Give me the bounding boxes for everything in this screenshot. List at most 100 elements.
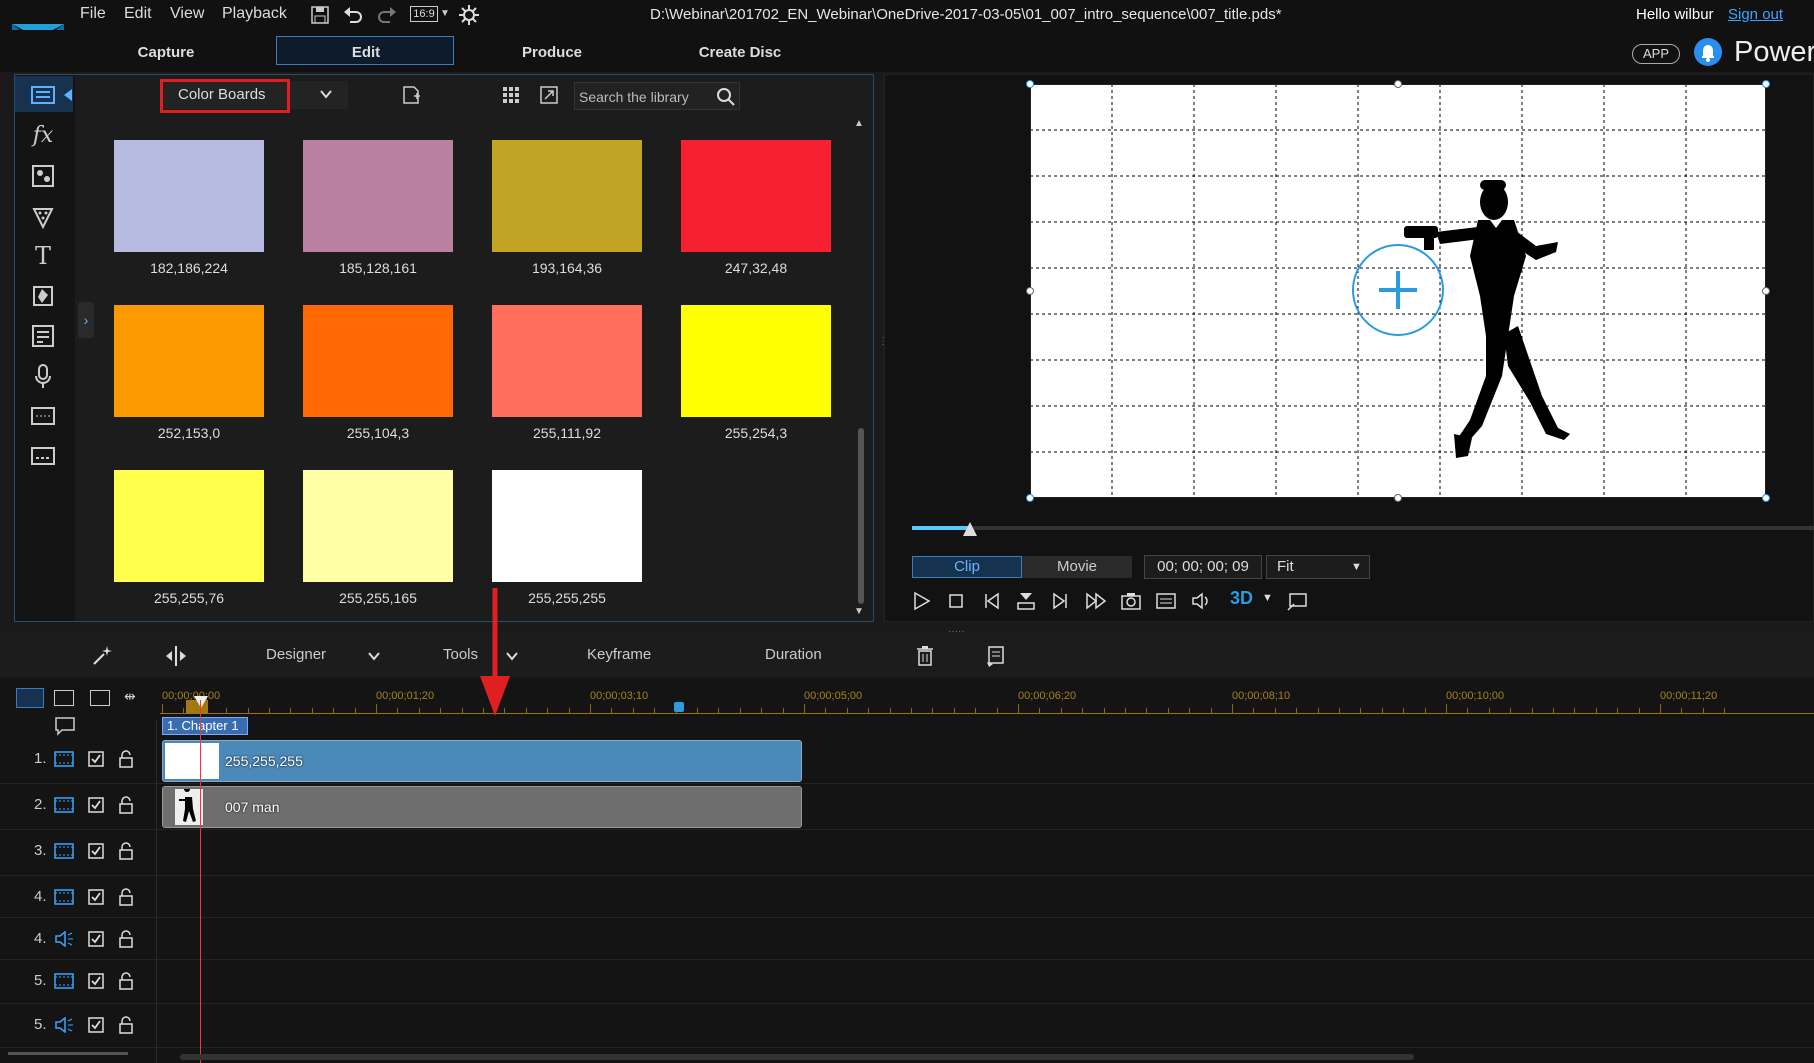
- playhead-handle-icon[interactable]: [194, 696, 208, 708]
- timeline-marker[interactable]: [674, 702, 684, 712]
- undock-preview-icon[interactable]: [1286, 590, 1308, 612]
- fit-timeline-icon[interactable]: [164, 644, 188, 668]
- timeline-view-icon[interactable]: [16, 688, 44, 708]
- movie-mode-button[interactable]: Movie: [1022, 556, 1132, 578]
- clip-properties-icon[interactable]: [984, 644, 1006, 668]
- resize-handle[interactable]: [1394, 494, 1402, 502]
- resize-handle[interactable]: [1762, 494, 1770, 502]
- clip-mode-button[interactable]: Clip: [912, 556, 1022, 578]
- color-board-swatch[interactable]: [492, 305, 642, 417]
- track-lock-icon[interactable]: [118, 1016, 134, 1034]
- color-board-swatch[interactable]: [492, 470, 642, 582]
- track-enable-checkbox[interactable]: [88, 843, 104, 859]
- track-lock-icon[interactable]: [118, 750, 134, 768]
- panel-splitter-handle[interactable]: ⋮: [878, 337, 888, 347]
- library-search-input[interactable]: Search the library: [574, 82, 740, 110]
- resize-handle[interactable]: [1026, 287, 1034, 295]
- search-icon[interactable]: [715, 86, 737, 108]
- particle-room-icon[interactable]: [28, 201, 58, 231]
- pip-objects-icon[interactable]: [28, 161, 58, 191]
- magic-wand-icon[interactable]: [90, 644, 114, 668]
- timeline-horizontal-scrollbar[interactable]: [180, 1054, 1414, 1060]
- chevron-down-icon[interactable]: [318, 86, 334, 102]
- chevron-down-icon[interactable]: [366, 648, 382, 664]
- resize-handle[interactable]: [1762, 80, 1770, 88]
- chapter-room-icon[interactable]: [28, 401, 58, 431]
- track-enable-checkbox[interactable]: [88, 1017, 104, 1033]
- import-media-icon[interactable]: [400, 84, 422, 106]
- track-lock-icon[interactable]: [118, 796, 134, 814]
- tab-capture[interactable]: Capture: [116, 44, 216, 61]
- zoom-select[interactable]: Fit ▼: [1266, 555, 1370, 579]
- color-board-swatch[interactable]: [303, 470, 453, 582]
- color-board-swatch[interactable]: [492, 140, 642, 252]
- grid-view-icon[interactable]: [500, 84, 522, 106]
- resize-handle[interactable]: [1394, 80, 1402, 88]
- menu-view[interactable]: View: [170, 5, 204, 23]
- color-board-swatch[interactable]: [303, 305, 453, 417]
- volume-icon[interactable]: [1190, 590, 1212, 612]
- track-enable-checkbox[interactable]: [88, 931, 104, 947]
- collapse-arrow-icon[interactable]: [64, 89, 72, 101]
- fx-room-icon[interactable]: fx: [28, 121, 58, 151]
- expand-panel-chevron-icon[interactable]: ›: [78, 302, 94, 338]
- track-manager-icon[interactable]: [90, 690, 110, 706]
- notification-bell-icon[interactable]: [1694, 38, 1722, 66]
- 3d-mode-button[interactable]: 3D: [1230, 588, 1253, 609]
- chapter-marker[interactable]: 1. Chapter 1: [162, 717, 248, 735]
- track-enable-checkbox[interactable]: [88, 797, 104, 813]
- aspect-ratio-button[interactable]: 16:9: [410, 6, 438, 22]
- color-board-swatch[interactable]: [114, 470, 264, 582]
- menu-edit[interactable]: Edit: [124, 5, 152, 23]
- title-room-icon[interactable]: T: [28, 241, 58, 271]
- subtitle-room-icon[interactable]: [28, 441, 58, 471]
- track-lock-icon[interactable]: [118, 842, 134, 860]
- color-board-swatch[interactable]: [114, 140, 264, 252]
- move-cross-icon[interactable]: [1351, 243, 1445, 337]
- snapshot-camera-icon[interactable]: [1120, 590, 1142, 612]
- track-lock-icon[interactable]: [118, 930, 134, 948]
- menu-playback[interactable]: Playback: [222, 5, 287, 23]
- previous-frame-icon[interactable]: [980, 590, 1002, 612]
- chapter-comment-icon[interactable]: [54, 716, 76, 736]
- split-icon[interactable]: [1015, 590, 1037, 612]
- color-board-swatch[interactable]: [681, 305, 831, 417]
- 3d-dropdown-icon[interactable]: ▼: [1262, 592, 1273, 604]
- aspect-dropdown-icon[interactable]: ▼: [440, 8, 450, 19]
- tab-create-disc[interactable]: Create Disc: [680, 44, 800, 61]
- tab-edit[interactable]: Edit: [316, 44, 416, 61]
- track-enable-checkbox[interactable]: [88, 889, 104, 905]
- timeline-clip-color-board[interactable]: 255,255,255: [162, 740, 802, 782]
- tools-menu[interactable]: Tools: [443, 646, 478, 663]
- color-board-swatch[interactable]: [114, 305, 264, 417]
- duration-button[interactable]: Duration: [765, 646, 822, 663]
- track-lock-icon[interactable]: [118, 972, 134, 990]
- fit-project-icon[interactable]: ⇹: [124, 688, 136, 705]
- resize-handle[interactable]: [1026, 80, 1034, 88]
- menu-file[interactable]: File: [80, 5, 106, 23]
- transition-room-icon[interactable]: [28, 281, 58, 311]
- media-room-icon[interactable]: [28, 80, 58, 110]
- storyboard-view-icon[interactable]: [54, 690, 74, 706]
- track-lock-icon[interactable]: [118, 888, 134, 906]
- designer-menu[interactable]: Designer: [266, 646, 326, 663]
- next-frame-icon[interactable]: [1050, 590, 1072, 612]
- timecode-field[interactable]: 00; 00; 00; 09: [1144, 555, 1262, 579]
- color-board-swatch[interactable]: [681, 140, 831, 252]
- save-icon[interactable]: [309, 4, 331, 26]
- menu-designer-icon[interactable]: [28, 321, 58, 351]
- resize-handle[interactable]: [1762, 287, 1770, 295]
- settings-gear-icon[interactable]: [458, 4, 480, 26]
- stop-icon[interactable]: [945, 590, 967, 612]
- timeline-splitter-handle[interactable]: ·····: [948, 626, 965, 637]
- library-scroll-thumb[interactable]: [858, 428, 864, 604]
- fast-forward-icon[interactable]: [1085, 590, 1107, 612]
- keyframe-button[interactable]: Keyframe: [587, 646, 651, 663]
- app-button[interactable]: APP: [1632, 44, 1680, 64]
- track-enable-checkbox[interactable]: [88, 751, 104, 767]
- redo-icon[interactable]: [376, 4, 398, 26]
- delete-trash-icon[interactable]: [914, 644, 936, 668]
- play-icon[interactable]: [910, 590, 932, 612]
- preview-scrubber-thumb[interactable]: [963, 522, 977, 536]
- preview-scrubber-track[interactable]: [912, 526, 1814, 530]
